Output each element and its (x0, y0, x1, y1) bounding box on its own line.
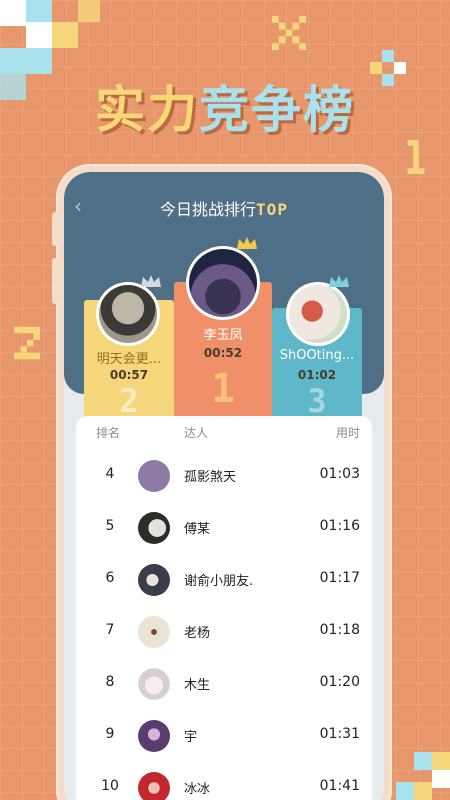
podium-second-avatar[interactable] (96, 282, 160, 346)
list-item[interactable]: 4 孤影煞天 01:03 (76, 450, 372, 502)
decor-pixel (396, 782, 414, 800)
podium-first-name: 李玉凤 (203, 328, 243, 343)
row-name: 冰冰 (184, 782, 211, 797)
list-header: 排名 达人 用时 (76, 416, 372, 450)
decor-pixel (370, 62, 382, 74)
row-name: 傅某 (184, 522, 211, 537)
header-rank: 排名 (96, 426, 121, 440)
decor-pixel (78, 0, 100, 22)
podium-third-rank: 3 (307, 382, 327, 420)
row-name: 谢俞小朋友. (184, 574, 254, 589)
row-time: 01:20 (319, 674, 360, 690)
avatar (289, 285, 347, 343)
row-rank: 5 (105, 518, 115, 534)
screen-title-text: 今日挑战排行 (160, 200, 257, 219)
row-time: 01:41 (319, 778, 360, 794)
decor-pixel (26, 22, 52, 48)
list-item[interactable]: 9 宇 01:31 (76, 710, 372, 762)
crown-icon (329, 275, 349, 287)
decor-pixel (26, 48, 52, 74)
banner-title-part1: 实力 (95, 81, 199, 139)
avatar (189, 249, 257, 317)
decor-pixel (414, 752, 432, 770)
avatar (138, 720, 170, 752)
phone-side-button (52, 212, 58, 246)
pixel-one-icon (407, 140, 425, 174)
avatar (138, 668, 170, 700)
avatar (138, 564, 170, 596)
crown-icon (141, 275, 161, 287)
podium-first-rank: 1 (210, 366, 236, 412)
list-item[interactable]: 5 傅某 01:16 (76, 502, 372, 554)
avatar (138, 616, 170, 648)
row-name: 老杨 (184, 626, 211, 641)
row-rank: 6 (105, 570, 115, 586)
podium-third-name: ShOOting... (279, 348, 355, 363)
list-item[interactable]: 6 谢俞小朋友. 01:17 (76, 554, 372, 606)
avatar (138, 512, 170, 544)
app-screen: ‹ 今日挑战排行TOP 明天会更... 00:57 2 李玉凤 00:52 1 … (64, 172, 384, 800)
row-time: 01:16 (319, 518, 360, 534)
header-time: 用时 (335, 426, 360, 440)
banner-title: 实力竞争榜 (0, 78, 450, 142)
decor-pixel (0, 0, 26, 26)
ranking-list: 排名 达人 用时 4 孤影煞天 01:03 5 傅某 01:16 6 谢俞小朋友… (76, 416, 372, 800)
podium-first-avatar[interactable] (186, 246, 260, 320)
decor-pixel (52, 22, 78, 48)
row-time: 01:17 (319, 570, 360, 586)
row-rank: 7 (105, 622, 115, 638)
row-time: 01:31 (319, 726, 360, 742)
avatar (138, 772, 170, 800)
podium-first-time: 00:52 (203, 346, 243, 360)
list-item[interactable]: 8 木生 01:20 (76, 658, 372, 710)
list-item[interactable]: 10 冰冰 01:41 (76, 762, 372, 800)
decor-pixel (414, 782, 432, 800)
row-time: 01:18 (319, 622, 360, 638)
podium-third-avatar[interactable] (286, 282, 350, 346)
decor-pixel (394, 62, 406, 74)
list-item[interactable]: 7 老杨 01:18 (76, 606, 372, 658)
row-time: 01:03 (319, 466, 360, 482)
row-name: 宇 (184, 730, 198, 745)
decor-pixel (382, 50, 394, 62)
row-rank: 8 (105, 674, 115, 690)
decor-pixel (0, 48, 26, 74)
podium-second-rank: 2 (119, 382, 139, 420)
podium-second-time: 00:57 (109, 368, 149, 382)
row-name: 孤影煞天 (184, 470, 237, 485)
x-pixel-icon (272, 16, 306, 50)
podium-third-time: 01:02 (297, 368, 337, 382)
avatar (138, 460, 170, 492)
screen-title: 今日挑战排行TOP (64, 196, 384, 220)
row-rank: 4 (105, 466, 115, 482)
row-rank: 9 (105, 726, 115, 742)
podium-second-name: 明天会更... (96, 352, 162, 367)
decor-pixel (432, 770, 450, 788)
crown-icon (237, 237, 257, 249)
phone-side-button (52, 258, 58, 304)
screen-title-suffix: TOP (256, 200, 288, 219)
row-rank: 10 (101, 778, 119, 794)
row-name: 木生 (184, 678, 211, 693)
header-user: 达人 (184, 426, 209, 440)
decor-pixel (432, 752, 450, 770)
avatar (99, 285, 157, 343)
pixel-z-icon (14, 326, 40, 360)
banner-title-part2: 竞争榜 (199, 81, 355, 139)
